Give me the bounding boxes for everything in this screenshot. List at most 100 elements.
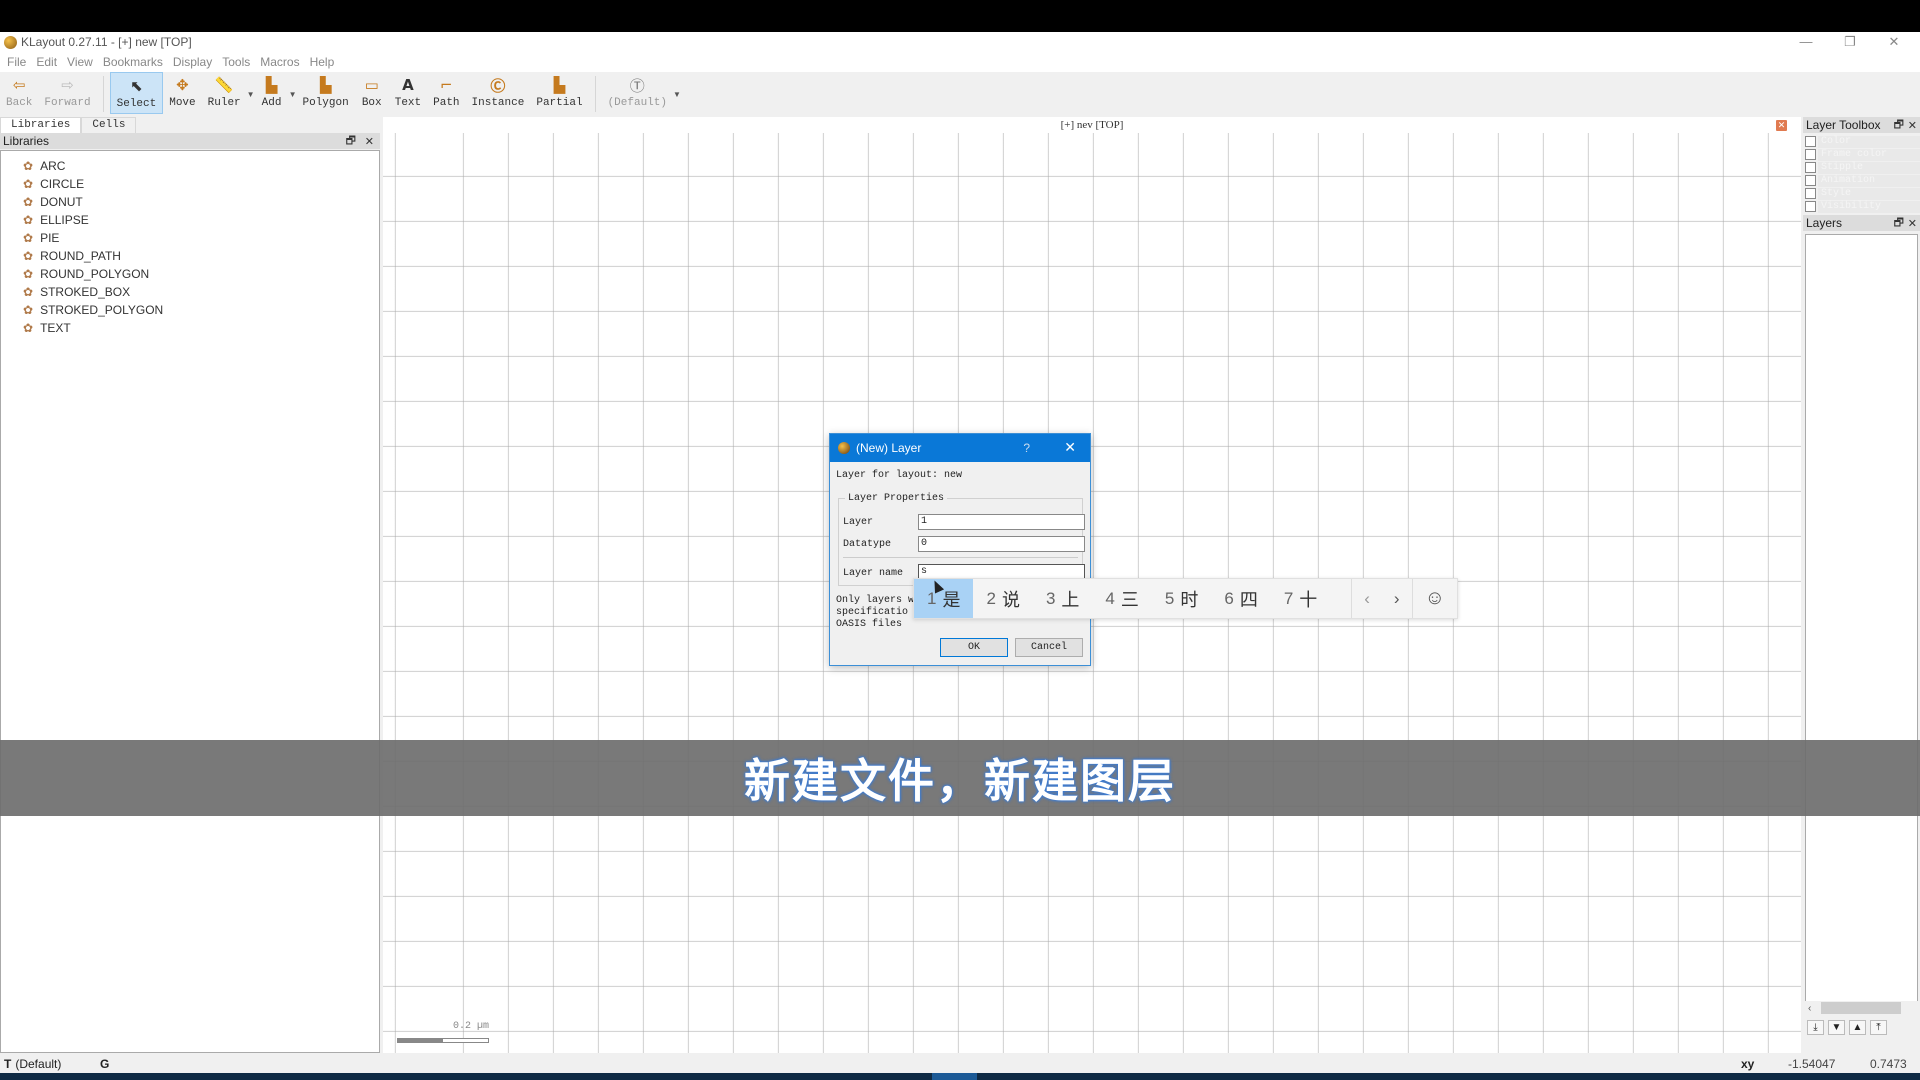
toolbox-row-visibility[interactable]: Visibility <box>1805 200 1920 213</box>
layers-horizontal-scrollbar[interactable]: ‹ <box>1805 1001 1918 1015</box>
tab-libraries[interactable]: Libraries <box>0 117 82 133</box>
ime-prev-page-icon[interactable]: ‹ <box>1352 589 1382 609</box>
default-text-style-button[interactable]: Ⓣ (Default) <box>602 72 673 114</box>
ime-candidate[interactable]: 1是 <box>914 579 974 618</box>
library-item[interactable]: ✿ DONUT <box>1 193 379 211</box>
scroll-thumb[interactable] <box>1821 1002 1901 1014</box>
menu-help[interactable]: Help <box>310 55 335 69</box>
dialog-subtitle: Layer for layout: new <box>836 470 963 481</box>
library-item[interactable]: ✿ ELLIPSE <box>1 211 379 229</box>
dialog-close-button[interactable]: ✕ <box>1064 439 1076 456</box>
datatype-input[interactable]: 0 <box>918 536 1085 552</box>
datatype-label: Datatype <box>843 539 892 550</box>
menu-bar: File Edit View Bookmarks Display Tools M… <box>0 52 1920 72</box>
library-item[interactable]: ✿ ARC <box>1 157 379 175</box>
library-item[interactable]: ✿ TEXT <box>1 319 379 337</box>
ruler-dropdown-icon[interactable]: ▼ <box>247 90 255 99</box>
emoji-icon[interactable]: ☺ <box>1413 587 1457 610</box>
back-button[interactable]: ⇦ Back <box>0 72 38 114</box>
library-item[interactable]: ✿ STROKED_POLYGON <box>1 301 379 319</box>
toolbox-row-animation[interactable]: Animation <box>1805 174 1920 187</box>
library-item[interactable]: ✿ STROKED_BOX <box>1 283 379 301</box>
ime-candidate[interactable]: 5时 <box>1152 579 1211 618</box>
forward-button[interactable]: ⇨ Forward <box>38 72 96 114</box>
ime-candidate[interactable]: 7十 <box>1271 579 1330 618</box>
status-mode: (Default) <box>15 1057 62 1071</box>
path-tool-button[interactable]: ⌐ Path <box>427 72 465 114</box>
menu-edit[interactable]: Edit <box>36 55 57 69</box>
close-panel-icon[interactable]: ✕ <box>1908 119 1917 132</box>
layer-properties-group: Layer Properties Layer 1 Datatype 0 Laye… <box>838 493 1085 586</box>
pointer-icon: ⬉ <box>130 77 143 95</box>
ok-button[interactable]: OK <box>940 638 1008 657</box>
maximize-button[interactable]: ❐ <box>1828 32 1872 52</box>
menu-view[interactable]: View <box>67 55 93 69</box>
toolbox-row-style[interactable]: Style <box>1805 187 1920 200</box>
add-tool-button[interactable]: ▙ Add <box>255 72 289 114</box>
polygon-tool-button[interactable]: ▙ Polygon <box>297 72 355 114</box>
library-item[interactable]: ✿ PIE <box>1 229 379 247</box>
close-button[interactable]: ✕ <box>1872 32 1916 52</box>
text-style-dropdown-icon[interactable]: ▼ <box>673 90 681 99</box>
toolbox-row-stipple[interactable]: Stipple <box>1805 161 1920 174</box>
menu-file[interactable]: File <box>7 55 26 69</box>
path-icon: ⌐ <box>440 76 453 94</box>
ime-candidate[interactable]: 6四 <box>1211 579 1270 618</box>
library-item[interactable]: ✿ ROUND_POLYGON <box>1 265 379 283</box>
tab-cells[interactable]: Cells <box>81 117 137 133</box>
menu-macros[interactable]: Macros <box>260 55 299 69</box>
ime-candidate[interactable]: 4三 <box>1092 579 1151 618</box>
coord-label: xy <box>1741 1057 1755 1071</box>
ime-candidate[interactable]: 3上 <box>1033 579 1092 618</box>
instance-icon: Ⓒ <box>490 76 506 95</box>
gear-icon: ✿ <box>23 213 34 227</box>
close-panel-icon[interactable]: ✕ <box>365 135 374 148</box>
taskbar-active-app[interactable] <box>932 1073 977 1080</box>
text-tool-button[interactable]: A Text <box>389 72 427 114</box>
coord-y: 0.7473 <box>1870 1057 1907 1071</box>
toolbox-row-frame-color[interactable]: Frame color <box>1805 148 1920 161</box>
layer-number-input[interactable]: 1 <box>918 514 1085 530</box>
gear-icon: ✿ <box>23 177 34 191</box>
help-button[interactable]: ? <box>1023 441 1030 455</box>
float-icon[interactable]: 🗗 <box>1894 116 1904 135</box>
move-to-bottom-icon[interactable]: ⤓ <box>1807 1020 1824 1035</box>
toolbox-row-color[interactable]: Color <box>1805 135 1920 148</box>
gear-icon: ✿ <box>23 249 34 263</box>
ruler-tool-button[interactable]: 📏 Ruler <box>202 72 247 114</box>
partial-tool-button[interactable]: ▙ Partial <box>530 72 588 114</box>
move-tool-button[interactable]: ✥ Move <box>163 72 201 114</box>
library-item[interactable]: ✿ ROUND_PATH <box>1 247 379 265</box>
group-title: Layer Properties <box>845 493 948 504</box>
new-layer-dialog: (New) Layer ? ✕ Layer for layout: new La… <box>829 433 1091 666</box>
ime-candidate[interactable]: 2说 <box>973 579 1032 618</box>
forward-arrow-icon: ⇨ <box>61 76 74 94</box>
ime-candidate-bar: 1是 2说 3上 4三 5时 6四 7十 ‹ › ☺ <box>913 578 1458 619</box>
menu-display[interactable]: Display <box>173 55 212 69</box>
title-bar: KLayout 0.27.11 - [+] new [TOP] — ❐ ✕ <box>0 32 1920 52</box>
scale-label: 0.2 µm <box>453 1021 490 1032</box>
menu-bookmarks[interactable]: Bookmarks <box>103 55 163 69</box>
layers-panel-header: Layers 🗗 ✕ <box>1803 215 1920 231</box>
ime-next-page-icon[interactable]: › <box>1382 589 1412 609</box>
scroll-left-icon[interactable]: ‹ <box>1808 1003 1811 1014</box>
right-panel: Layer Toolbox 🗗 ✕ Color Frame color Stip… <box>1803 117 1920 1053</box>
box-tool-button[interactable]: ▭ Box <box>355 72 389 114</box>
add-dropdown-icon[interactable]: ▼ <box>289 90 297 99</box>
layers-list[interactable] <box>1805 234 1918 1015</box>
float-icon[interactable]: 🗗 <box>346 132 356 151</box>
float-icon[interactable]: 🗗 <box>1894 214 1904 233</box>
select-tool-button[interactable]: ⬉ Select <box>109 72 164 114</box>
move-down-icon[interactable]: ▼ <box>1828 1020 1845 1035</box>
menu-tools[interactable]: Tools <box>222 55 250 69</box>
close-view-icon[interactable]: ✕ <box>1776 120 1787 131</box>
library-item[interactable]: ✿ CIRCLE <box>1 175 379 193</box>
instance-tool-button[interactable]: Ⓒ Instance <box>466 72 531 114</box>
cancel-button[interactable]: Cancel <box>1015 638 1083 657</box>
move-to-top-icon[interactable]: ⤒ <box>1870 1020 1887 1035</box>
gear-icon: ✿ <box>23 195 34 209</box>
move-up-icon[interactable]: ▲ <box>1849 1020 1866 1035</box>
klayout-logo-icon <box>4 35 17 49</box>
close-panel-icon[interactable]: ✕ <box>1908 217 1917 230</box>
minimize-button[interactable]: — <box>1784 32 1828 52</box>
